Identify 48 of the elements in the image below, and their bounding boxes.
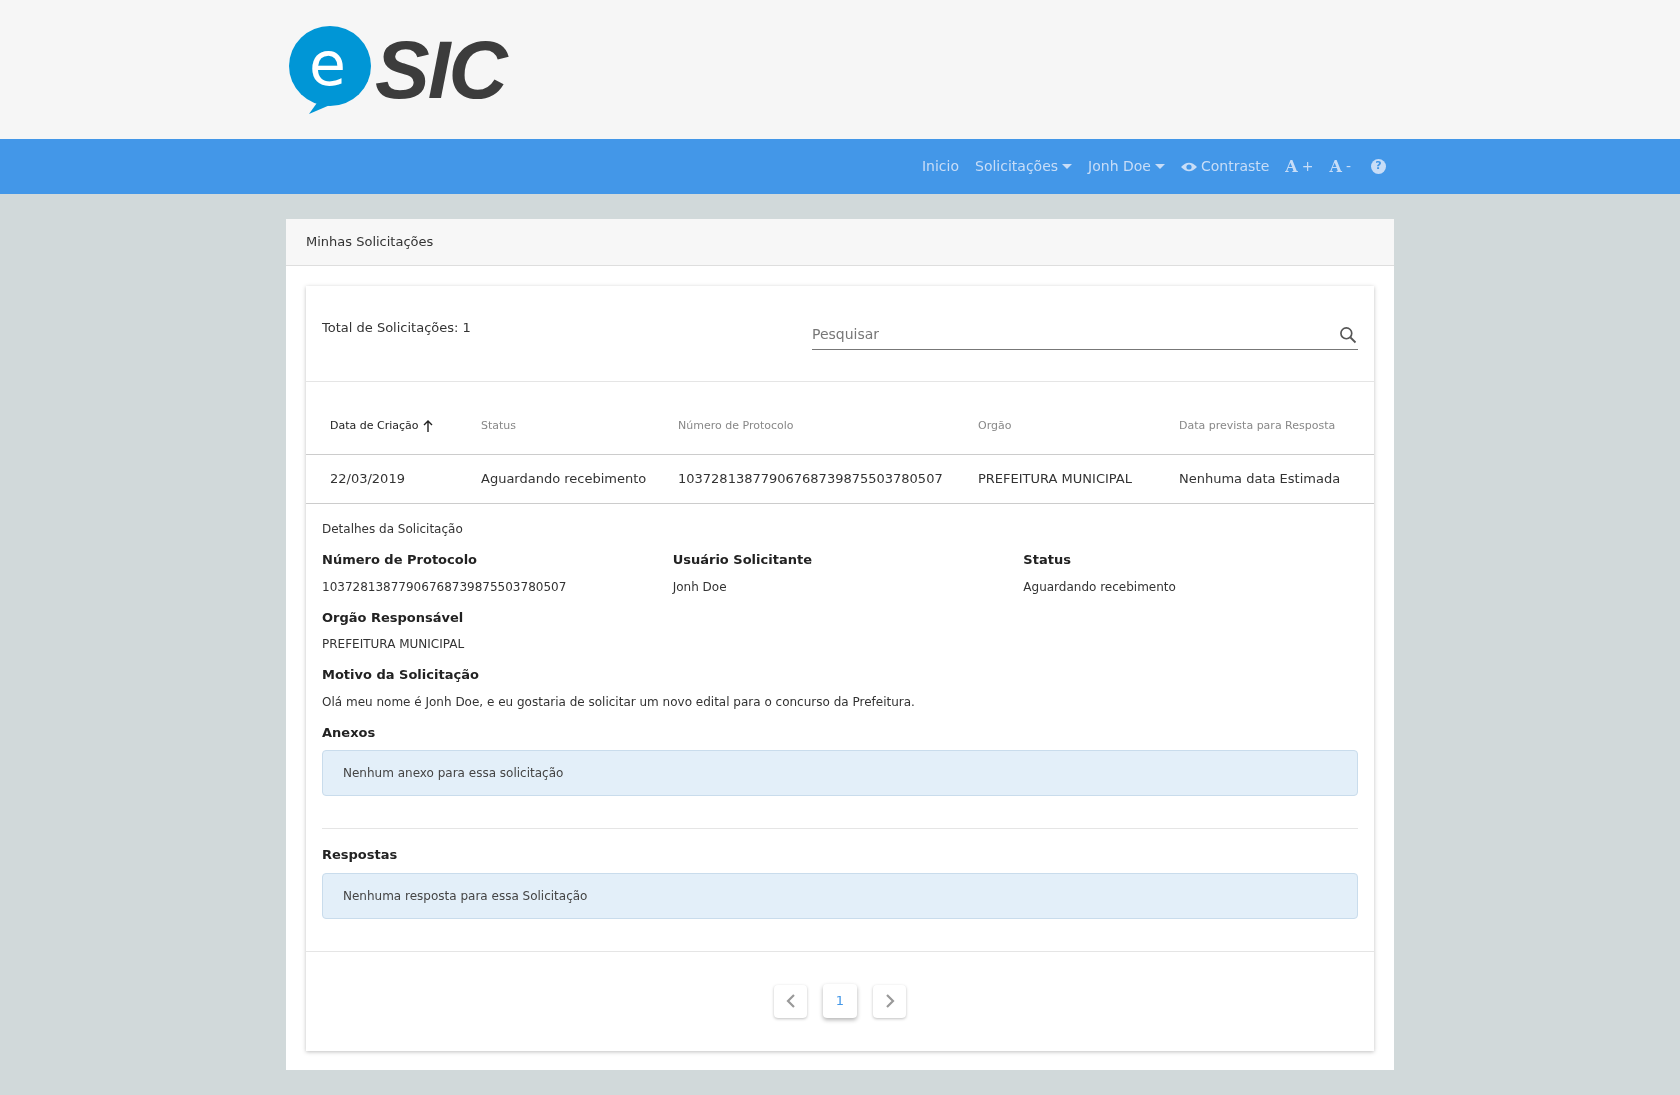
contrast-button[interactable]: Contraste	[1180, 156, 1270, 177]
field-label: Número de Protocolo	[322, 551, 479, 569]
nav-dropdown[interactable]: Jonh Doe	[1088, 156, 1165, 177]
nav-link[interactable]: Inicio	[921, 156, 959, 177]
chevron-left-icon	[784, 993, 797, 1009]
section-label: Anexos	[322, 723, 377, 742]
panel-title: Minhas Solicitações	[306, 233, 434, 252]
field-value: 10372813877906768739875503780507	[322, 578, 568, 596]
field-value: PREFEITURA MUNICIPAL	[322, 636, 466, 653]
speech-bubble-icon	[289, 25, 371, 114]
total-count: Total de Solicitações: 1	[322, 319, 472, 337]
table-cell-text: Nenhuma data Estimada	[1179, 470, 1342, 489]
section-label: Respostas	[322, 846, 399, 864]
field-label: Orgão Responsável	[322, 608, 465, 627]
table-cell-text: Aguardando recebimento	[481, 470, 648, 489]
font-size-button[interactable]: A +	[1285, 154, 1314, 179]
caret-icon	[1062, 162, 1073, 171]
info-message: Nenhuma resposta para essa Solicitação	[322, 872, 1358, 919]
column-header[interactable]: Status	[481, 417, 517, 434]
field-value: Aguardando recebimento	[1023, 578, 1177, 596]
column-header[interactable]: Número de Protocolo	[678, 417, 794, 434]
table-cell-text: 10372813877906768739875503780507	[678, 470, 944, 489]
info-message: Nenhum anexo para essa solicitação	[322, 750, 1358, 796]
search-icon[interactable]	[1338, 324, 1358, 345]
help-button[interactable]: ?	[1371, 159, 1386, 174]
column-header[interactable]: Orgão	[978, 417, 1012, 434]
field-label: Usuário Solicitante	[672, 551, 813, 569]
next-page-button[interactable]	[873, 984, 906, 1018]
field-value: Olá meu nome é Jonh Doe, e eu gostaria de solicitar um novo edital para o concurso da Prefeitura.	[322, 693, 916, 711]
table-cell-text: PREFEITURA MUNICIPAL	[978, 470, 1133, 489]
details-title: Detalhes da Solicitação	[322, 521, 464, 538]
page-button[interactable]: 1	[823, 984, 857, 1018]
nav-dropdown[interactable]: Solicitações	[975, 156, 1073, 177]
table-cell-text: 22/03/2019	[330, 470, 406, 489]
field-value: Jonh Doe	[672, 578, 728, 596]
font-size-button[interactable]: A -	[1329, 154, 1351, 179]
logo-letter: e	[309, 33, 346, 94]
search-field[interactable]: Pesquisar	[812, 324, 1338, 345]
column-header[interactable]: Data de Criação	[330, 417, 419, 434]
eye-icon	[1180, 160, 1197, 173]
logo-text: SIC	[375, 28, 506, 111]
chevron-right-icon	[883, 993, 896, 1009]
caret-icon	[1154, 162, 1165, 171]
field-label: Motivo da Solicitação	[322, 666, 480, 684]
previous-page-button[interactable]	[774, 984, 807, 1018]
sort-arrow-icon	[422, 419, 433, 432]
column-header[interactable]: Data prevista para Resposta	[1179, 417, 1336, 434]
field-label: Status	[1023, 551, 1072, 569]
